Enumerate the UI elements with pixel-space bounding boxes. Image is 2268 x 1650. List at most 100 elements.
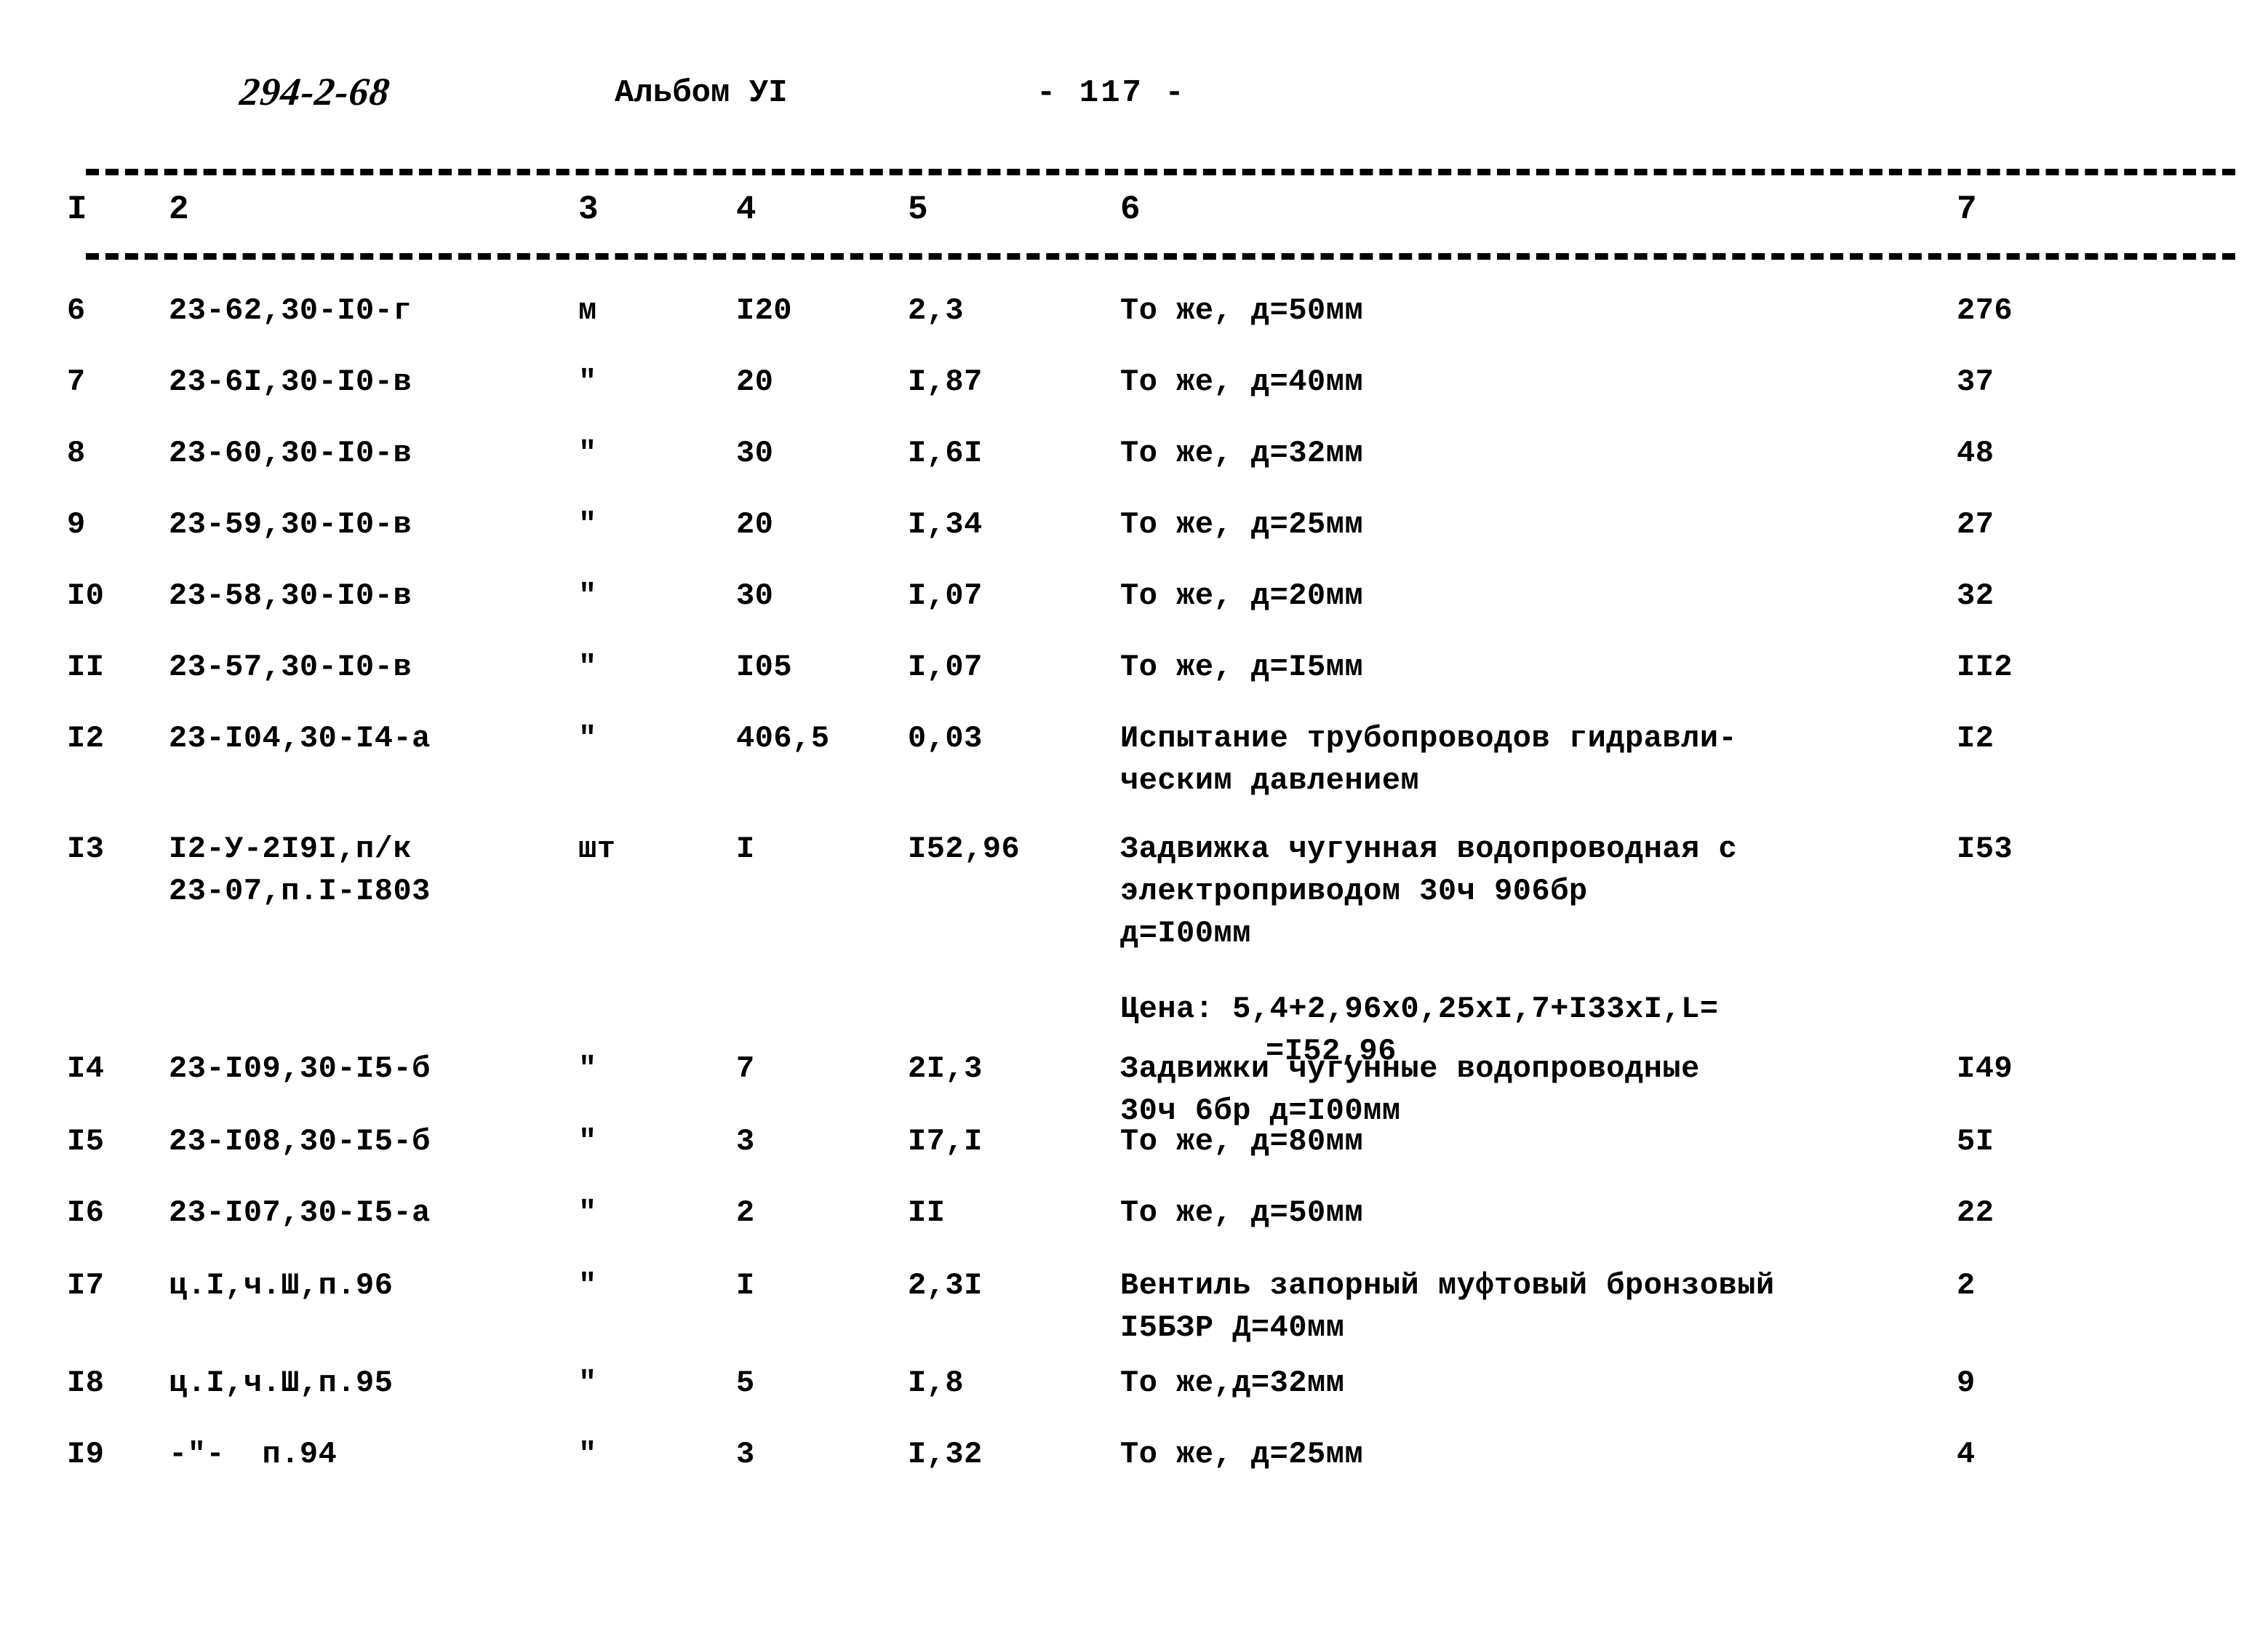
column-header-3: 3: [578, 191, 599, 228]
cell-unit: ": [578, 1195, 597, 1230]
cell-quantity: I05: [736, 650, 793, 685]
cell-unit-price: I,6I: [908, 436, 983, 471]
cell-description: Задвижки чугунные водопроводные 30ч 6бр д…: [1120, 1051, 1700, 1128]
cell-code-reference: 23-58,30-I0-в: [169, 578, 412, 613]
cell-position-number: I3: [67, 832, 105, 866]
column-header-6: 6: [1120, 191, 1141, 228]
table-row: I8 ц.I,ч.Ш,п.95 " 5 I,8 То же,д=32мм 9: [0, 1362, 2268, 1406]
cell-quantity: 5: [736, 1366, 755, 1400]
table-row: I2 23-I04,30-I4-а " 406,5 0,03 Испытание труб…: [0, 717, 2268, 798]
cell-quantity: 20: [736, 364, 774, 399]
cell-total: I49: [1957, 1051, 2013, 1086]
cell-description: То же, д=80мм: [1120, 1124, 1364, 1159]
table-row: I0 23-58,30-I0-в " 30 I,07 То же, д=20мм 32: [0, 575, 2268, 618]
cell-code-reference: 23-I08,30-I5-б: [169, 1124, 431, 1159]
table-row: I9 -"- п.94 " 3 I,32 То же, д=25мм 4: [0, 1433, 2268, 1477]
cell-total: 22: [1957, 1195, 1995, 1230]
page-number: - 117 -: [1037, 75, 1186, 111]
cell-position-number: 7: [67, 364, 86, 399]
cell-code-reference: 23-6I,30-I0-в: [169, 364, 412, 399]
cell-position-number: I8: [67, 1366, 105, 1400]
cell-unit: ": [578, 1124, 597, 1159]
cell-quantity: 30: [736, 578, 774, 613]
column-header-4: 4: [736, 191, 757, 228]
cell-description: То же, д=25мм: [1120, 507, 1364, 542]
cell-position-number: I9: [67, 1437, 105, 1472]
cell-total: 2: [1957, 1268, 1976, 1303]
cell-total: 32: [1957, 578, 1995, 613]
table-row: I6 23-I07,30-I5-а " 2 II То же, д=50мм 22: [0, 1192, 2268, 1235]
cell-description: Испытание трубопроводов гидравли-ческим …: [1120, 721, 1738, 798]
cell-price-formula: Цена: 5,4+2,96х0,25хI,7+I33хI,L=: [1120, 992, 1719, 1027]
cell-code-reference: 23-60,30-I0-в: [169, 436, 412, 471]
cell-unit-price: 2I,3: [908, 1051, 983, 1086]
column-header-2: 2: [169, 191, 190, 228]
table-header-rule-top: [86, 169, 2235, 175]
cell-position-number: 6: [67, 293, 86, 328]
cell-unit: шт: [578, 832, 616, 866]
cell-unit: ": [578, 650, 597, 685]
cell-unit-price: 0,03: [908, 721, 983, 756]
cell-total: 276: [1957, 293, 2013, 328]
table-row: 6 23-62,30-I0-г м I20 2,3 То же, д=50мм 276: [0, 290, 2268, 333]
cell-unit-price: I,34: [908, 507, 983, 542]
cell-description: То же, д=50мм: [1120, 293, 1364, 328]
cell-quantity: I: [736, 832, 755, 866]
cell-description: То же, д=20мм: [1120, 578, 1364, 613]
cell-description: То же, д=I5мм: [1120, 650, 1364, 685]
cell-total: II2: [1957, 650, 2013, 685]
cell-code-reference: 23-57,30-I0-в: [169, 650, 412, 685]
cell-quantity: 3: [736, 1437, 755, 1472]
cell-unit: ": [578, 436, 597, 471]
document-code-handwritten: 294-2-68: [237, 70, 393, 113]
cell-description: Задвижка чугунная водопроводная с электро…: [1120, 828, 1935, 1072]
cell-code-reference: I2-У-2I9I,п/к 23-07,п.I-I803: [169, 832, 431, 909]
cell-description: То же, д=40мм: [1120, 364, 1364, 399]
cell-description: Вентиль запорный муфтовый бронзовый I5БЗР…: [1120, 1268, 1775, 1345]
cell-position-number: I6: [67, 1195, 105, 1230]
cell-quantity: I20: [736, 293, 793, 328]
table-row: 7 23-6I,30-I0-в " 20 I,87 То же, д=40мм 37: [0, 361, 2268, 404]
cell-quantity: 30: [736, 436, 774, 471]
cell-total: 4: [1957, 1437, 1976, 1472]
cell-code-reference: 23-I07,30-I5-а: [169, 1195, 431, 1230]
cell-quantity: I: [736, 1268, 755, 1303]
cell-unit-price: I,07: [908, 650, 983, 685]
cell-quantity: 2: [736, 1195, 755, 1230]
cell-total: 9: [1957, 1366, 1976, 1400]
cell-code-reference: 23-59,30-I0-в: [169, 507, 412, 542]
cell-total: 5I: [1957, 1124, 1995, 1159]
album-label: Альбом УI: [615, 75, 788, 111]
cell-unit-price: II: [908, 1195, 946, 1230]
cell-description: То же,д=32мм: [1120, 1366, 1345, 1400]
cell-unit-price: I,32: [908, 1437, 983, 1472]
cell-code-reference: 23-62,30-I0-г: [169, 293, 412, 328]
cell-description: То же, д=32мм: [1120, 436, 1364, 471]
cell-code-reference: ц.I,ч.Ш,п.95: [169, 1366, 394, 1400]
cell-position-number: I2: [67, 721, 105, 756]
table-row: 8 23-60,30-I0-в " 30 I,6I То же, д=32мм 48: [0, 432, 2268, 476]
document-page: 294-2-68 Альбом УI - 117 - I 2 3 4 5 6 7…: [0, 0, 2268, 1650]
table-header-rule-bottom: [86, 253, 2235, 260]
cell-total: 37: [1957, 364, 1995, 399]
column-header-7: 7: [1957, 191, 1978, 228]
cell-unit-price: I,07: [908, 578, 983, 613]
cell-unit-price: I,87: [908, 364, 983, 399]
cell-code-reference: -"- п.94: [169, 1437, 338, 1472]
cell-quantity: 7: [736, 1051, 755, 1086]
cell-unit: ": [578, 721, 597, 756]
page-header: 294-2-68 Альбом УI - 117 -: [0, 69, 2268, 135]
cell-quantity: 20: [736, 507, 774, 542]
cell-description: То же, д=25мм: [1120, 1437, 1364, 1472]
cell-total: 27: [1957, 507, 1995, 542]
cell-position-number: I5: [67, 1124, 105, 1159]
cell-unit-price: I7,I: [908, 1124, 983, 1159]
cell-position-number: II: [67, 650, 105, 685]
cell-code-reference: 23-I09,30-I5-б: [169, 1051, 431, 1086]
cell-total: I2: [1957, 721, 1995, 756]
table-row: I5 23-I08,30-I5-б " 3 I7,I То же, д=80мм 5I: [0, 1120, 2268, 1164]
cell-unit: ": [578, 507, 597, 542]
table-row: 9 23-59,30-I0-в " 20 I,34 То же, д=25мм 27: [0, 503, 2268, 547]
cell-code-reference: 23-I04,30-I4-а: [169, 721, 431, 756]
cell-unit-price: I,8: [908, 1366, 965, 1400]
